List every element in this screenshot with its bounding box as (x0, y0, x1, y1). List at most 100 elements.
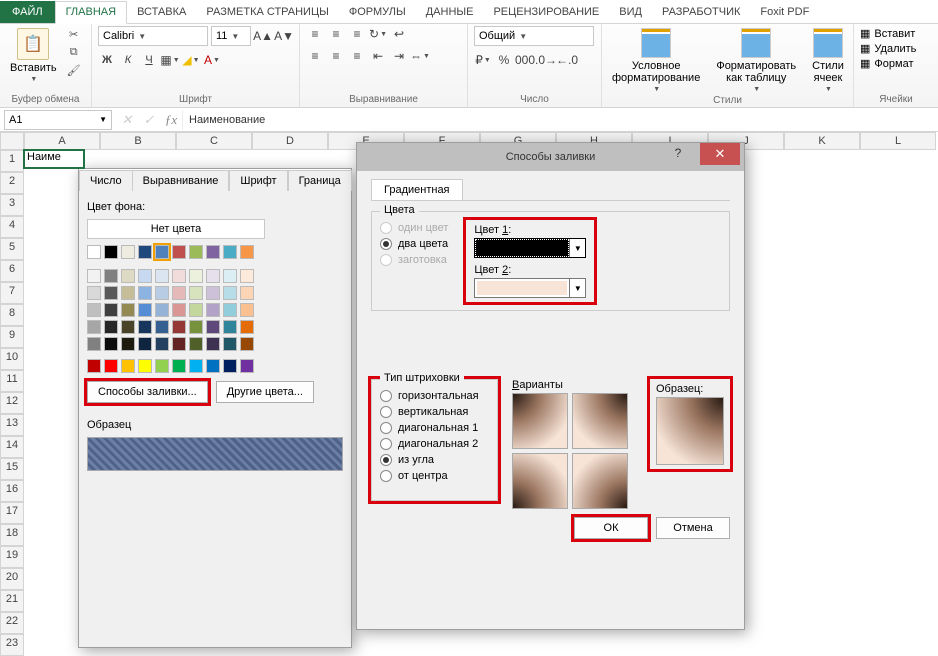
row-header-12[interactable]: 12 (0, 392, 24, 414)
color-swatch[interactable] (240, 245, 254, 259)
increase-decimal-icon[interactable]: .0→ (537, 52, 555, 68)
cut-button[interactable]: ✂ (65, 26, 83, 42)
color-swatch[interactable] (104, 245, 118, 259)
color-swatch[interactable] (223, 337, 237, 351)
increase-font-icon[interactable]: A▲ (254, 28, 272, 44)
row-header-4[interactable]: 4 (0, 216, 24, 238)
row-header-21[interactable]: 21 (0, 590, 24, 612)
row-header-8[interactable]: 8 (0, 304, 24, 326)
format-as-table-button[interactable]: Форматировать как таблицу▼ (712, 26, 800, 95)
tab-foxit[interactable]: Foxit PDF (750, 2, 819, 23)
color-swatch[interactable] (189, 359, 203, 373)
no-color-button[interactable]: Нет цвета (87, 219, 265, 239)
color-swatch[interactable] (104, 286, 118, 300)
tab-page-layout[interactable]: РАЗМЕТКА СТРАНИЦЫ (196, 2, 338, 23)
gradient-tab[interactable]: Градиентная (371, 179, 463, 200)
color-swatch[interactable] (240, 359, 254, 373)
radio-corner[interactable]: из угла (380, 452, 489, 468)
color-swatch[interactable] (223, 320, 237, 334)
color-swatch[interactable] (189, 320, 203, 334)
row-header-7[interactable]: 7 (0, 282, 24, 304)
color-swatch[interactable] (223, 286, 237, 300)
cell-styles-button[interactable]: Стили ячеек▼ (808, 26, 848, 95)
orientation-icon[interactable]: ↻▼ (369, 26, 387, 42)
confirm-edit-icon[interactable]: ✓ (138, 112, 160, 128)
color-swatch[interactable] (155, 359, 169, 373)
format-tab-alignment[interactable]: Выравнивание (132, 170, 230, 191)
color-swatch[interactable] (87, 245, 101, 259)
wrap-text-icon[interactable]: ↩ (390, 26, 408, 42)
color-swatch[interactable] (240, 303, 254, 317)
color-swatch[interactable] (138, 337, 152, 351)
color-swatch[interactable] (155, 245, 169, 259)
decrease-font-icon[interactable]: A▼ (275, 28, 293, 44)
color-swatch[interactable] (121, 245, 135, 259)
tab-home[interactable]: ГЛАВНАЯ (55, 1, 127, 24)
row-header-5[interactable]: 5 (0, 238, 24, 260)
decrease-decimal-icon[interactable]: ←.0 (558, 52, 576, 68)
color-swatch[interactable] (172, 337, 186, 351)
format-tab-font[interactable]: Шрифт (229, 170, 287, 191)
font-size-select[interactable]: 11▼ (211, 26, 251, 46)
color-swatch[interactable] (240, 269, 254, 283)
color-swatch[interactable] (172, 286, 186, 300)
fx-icon[interactable]: ƒx (160, 112, 182, 128)
variant-top-right[interactable] (572, 393, 628, 449)
thousand-sep-icon[interactable]: 000 (516, 52, 534, 68)
color-swatch[interactable] (87, 320, 101, 334)
color-swatch[interactable] (138, 269, 152, 283)
tab-review[interactable]: РЕЦЕНЗИРОВАНИЕ (483, 2, 609, 23)
row-header-22[interactable]: 22 (0, 612, 24, 634)
name-box[interactable]: A1▼ (4, 110, 112, 130)
bold-button[interactable]: Ж (98, 52, 116, 68)
color-swatch[interactable] (121, 286, 135, 300)
delete-cells-button[interactable]: ▦Удалить (860, 41, 916, 56)
color-swatch[interactable] (104, 359, 118, 373)
color-swatch[interactable] (206, 269, 220, 283)
accounting-format-icon[interactable]: ₽▼ (474, 52, 492, 68)
color-swatch[interactable] (121, 320, 135, 334)
radio-two-colors[interactable]: два цвета (380, 236, 448, 252)
color-swatch[interactable] (189, 286, 203, 300)
row-header-1[interactable]: 1 (0, 150, 24, 172)
color-swatch[interactable] (87, 269, 101, 283)
color-swatch[interactable] (155, 286, 169, 300)
color-swatch[interactable] (172, 359, 186, 373)
row-header-18[interactable]: 18 (0, 524, 24, 546)
radio-horizontal[interactable]: горизонтальная (380, 388, 489, 404)
variant-top-left[interactable] (512, 393, 568, 449)
radio-center[interactable]: от центра (380, 468, 489, 484)
color-swatch[interactable] (104, 269, 118, 283)
color-swatch[interactable] (206, 286, 220, 300)
color-swatch[interactable] (121, 359, 135, 373)
color-swatch[interactable] (206, 245, 220, 259)
insert-cells-button[interactable]: ▦Вставит (860, 26, 916, 41)
color-swatch[interactable] (121, 269, 135, 283)
fill-color-button[interactable]: ◢▼ (182, 52, 200, 68)
color-swatch[interactable] (240, 320, 254, 334)
row-header-6[interactable]: 6 (0, 260, 24, 282)
format-tab-border[interactable]: Граница (288, 170, 352, 191)
cell-a1[interactable]: Наиме (24, 150, 84, 168)
column-header-L[interactable]: L (860, 132, 936, 150)
row-header-13[interactable]: 13 (0, 414, 24, 436)
color-swatch[interactable] (223, 245, 237, 259)
color-swatch[interactable] (155, 337, 169, 351)
row-header-10[interactable]: 10 (0, 348, 24, 370)
color-swatch[interactable] (138, 303, 152, 317)
color-swatch[interactable] (104, 320, 118, 334)
font-color-button[interactable]: A▼ (203, 52, 221, 68)
color2-select[interactable]: ▼ (474, 278, 586, 298)
color-swatch[interactable] (138, 320, 152, 334)
color-swatch[interactable] (155, 269, 169, 283)
radio-diag-2[interactable]: диагональная 2 (380, 436, 489, 452)
color-swatch[interactable] (121, 303, 135, 317)
color-swatch[interactable] (240, 337, 254, 351)
variant-bottom-left[interactable] (512, 453, 568, 509)
tab-formulas[interactable]: ФОРМУЛЫ (339, 2, 416, 23)
row-header-15[interactable]: 15 (0, 458, 24, 480)
column-header-D[interactable]: D (252, 132, 328, 150)
cancel-edit-icon[interactable]: ✕ (116, 112, 138, 128)
cancel-button[interactable]: Отмена (656, 517, 730, 539)
color-swatch[interactable] (138, 245, 152, 259)
